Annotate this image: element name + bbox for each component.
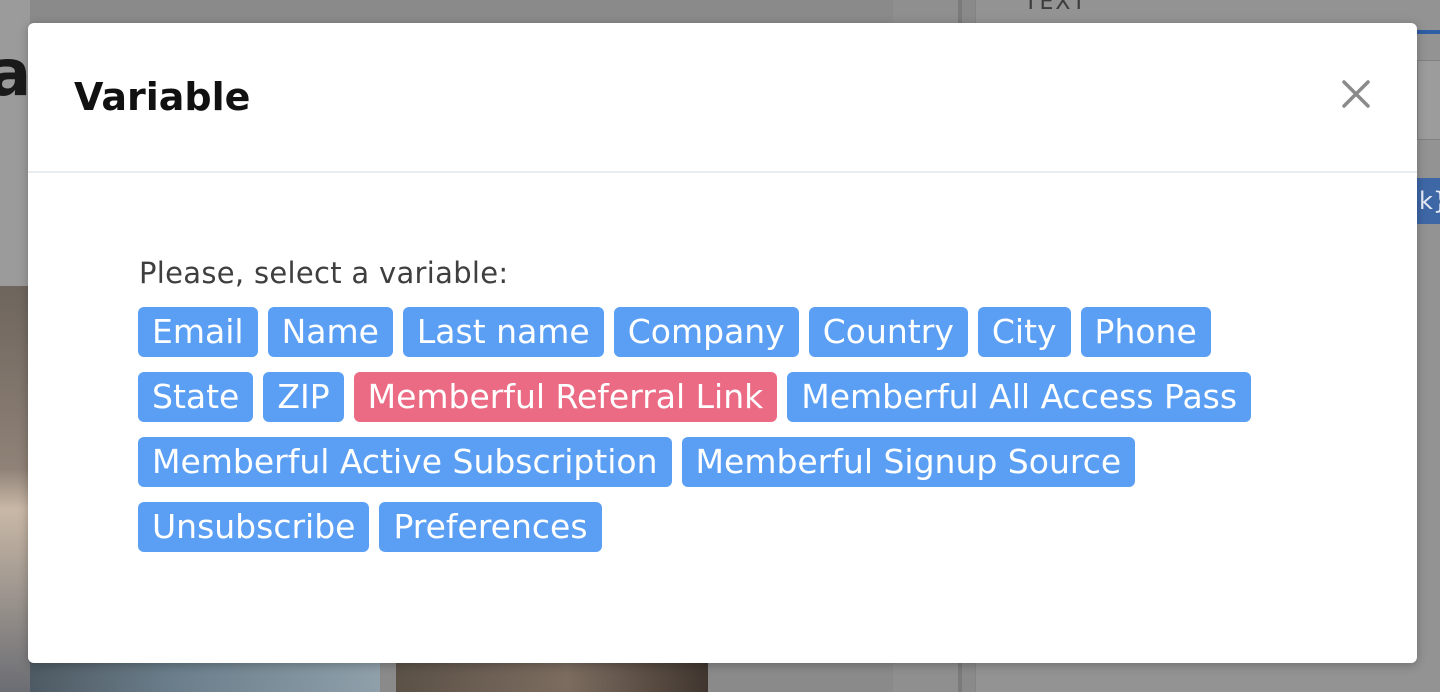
- divider: [380, 662, 396, 692]
- modal-header: Variable: [28, 23, 1417, 173]
- brand-logo: a: [0, 37, 32, 111]
- variable-chip-zip[interactable]: ZIP: [263, 372, 344, 422]
- variable-row: Unsubscribe Preferences: [138, 502, 1338, 552]
- variable-modal: Variable Please, select a variable: Emai…: [28, 23, 1417, 663]
- variable-chip-memberful-all-access-pass[interactable]: Memberful All Access Pass: [787, 372, 1252, 422]
- variable-chip-memberful-active-subscription[interactable]: Memberful Active Subscription: [138, 437, 672, 487]
- highlight-line: [1417, 30, 1440, 34]
- panel-label: TEXT: [1024, 0, 1088, 15]
- kebab-menu-icon: ⋮: [1432, 86, 1440, 112]
- variable-chip-city[interactable]: City: [977, 307, 1071, 357]
- variable-chip-unsubscribe[interactable]: Unsubscribe: [138, 502, 370, 552]
- variable-chip-country[interactable]: Country: [808, 307, 968, 357]
- variable-list: Email Name Last name Company Country City Phon…: [138, 307, 1338, 552]
- variable-chip-state[interactable]: State: [138, 372, 254, 422]
- photo-thumbnail: [30, 662, 380, 692]
- variable-chip-phone[interactable]: Phone: [1080, 307, 1211, 357]
- variable-row: Email Name Last name Company Country City Phon…: [138, 307, 1338, 357]
- variable-chip-email[interactable]: Email: [138, 307, 258, 357]
- variable-chip-preferences[interactable]: Preferences: [379, 502, 602, 552]
- modal-title: Variable: [74, 75, 251, 119]
- variable-chip-memberful-referral-link[interactable]: Memberful Referral Link: [353, 372, 778, 422]
- variable-chip-fragment: k}: [1417, 178, 1440, 224]
- variable-chip-company[interactable]: Company: [613, 307, 799, 357]
- close-button[interactable]: [1340, 78, 1380, 118]
- variable-chip-name[interactable]: Name: [267, 307, 393, 357]
- photo-thumbnail: [396, 662, 708, 692]
- variable-row: Memberful Active Subscription Memberful S…: [138, 437, 1338, 487]
- select-prompt: Please, select a variable:: [139, 256, 509, 290]
- close-icon: [1342, 80, 1370, 108]
- variable-row: State ZIP Memberful Referral Link Memberful…: [138, 372, 1338, 422]
- modal-body: Please, select a variable: Email Name Last…: [138, 256, 1338, 567]
- variable-chip-last-name[interactable]: Last name: [402, 307, 604, 357]
- variable-chip-memberful-signup-source[interactable]: Memberful Signup Source: [681, 437, 1136, 487]
- photo-thumbnail: [0, 286, 30, 692]
